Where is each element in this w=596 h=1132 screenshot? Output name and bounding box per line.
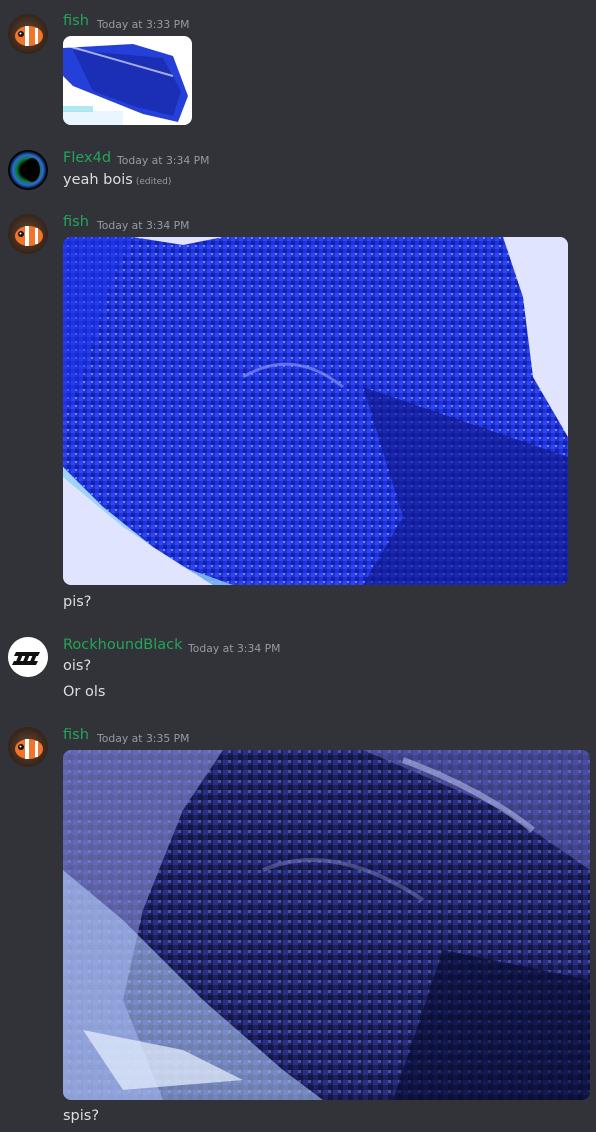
timestamp[interactable]: Today at 3:34 PM xyxy=(97,219,189,232)
message-text: spis? xyxy=(63,1108,100,1124)
ring-avatar-icon[interactable] xyxy=(8,150,48,190)
message-content: yeah bois xyxy=(63,172,133,188)
stripes-logo-avatar-icon[interactable] xyxy=(8,637,48,677)
image-attachment[interactable] xyxy=(63,750,590,1100)
timestamp[interactable]: Today at 3:34 PM xyxy=(188,642,280,655)
username[interactable]: fish xyxy=(63,214,89,230)
message-text: yeah bois (edited) xyxy=(63,172,171,188)
clownfish-avatar-icon[interactable] xyxy=(8,214,48,254)
image-attachment[interactable] xyxy=(63,237,568,585)
username[interactable]: RockhoundBlack xyxy=(63,637,183,653)
clownfish-avatar-icon[interactable] xyxy=(8,727,48,767)
edited-label: (edited) xyxy=(135,177,172,187)
message-text: Or ols xyxy=(63,684,106,700)
username[interactable]: fish xyxy=(63,13,89,29)
username[interactable]: Flex4d xyxy=(63,150,111,166)
username[interactable]: fish xyxy=(63,727,89,743)
message-text: ois? xyxy=(63,658,92,674)
timestamp[interactable]: Today at 3:33 PM xyxy=(97,18,189,31)
chat-messages: fish Today at 3:33 PM Flex4d Today at 3:… xyxy=(0,0,596,1132)
image-attachment[interactable] xyxy=(63,36,192,125)
timestamp[interactable]: Today at 3:35 PM xyxy=(97,732,189,745)
timestamp[interactable]: Today at 3:34 PM xyxy=(117,154,209,167)
clownfish-avatar-icon[interactable] xyxy=(8,14,48,54)
message-text: pis? xyxy=(63,594,92,610)
